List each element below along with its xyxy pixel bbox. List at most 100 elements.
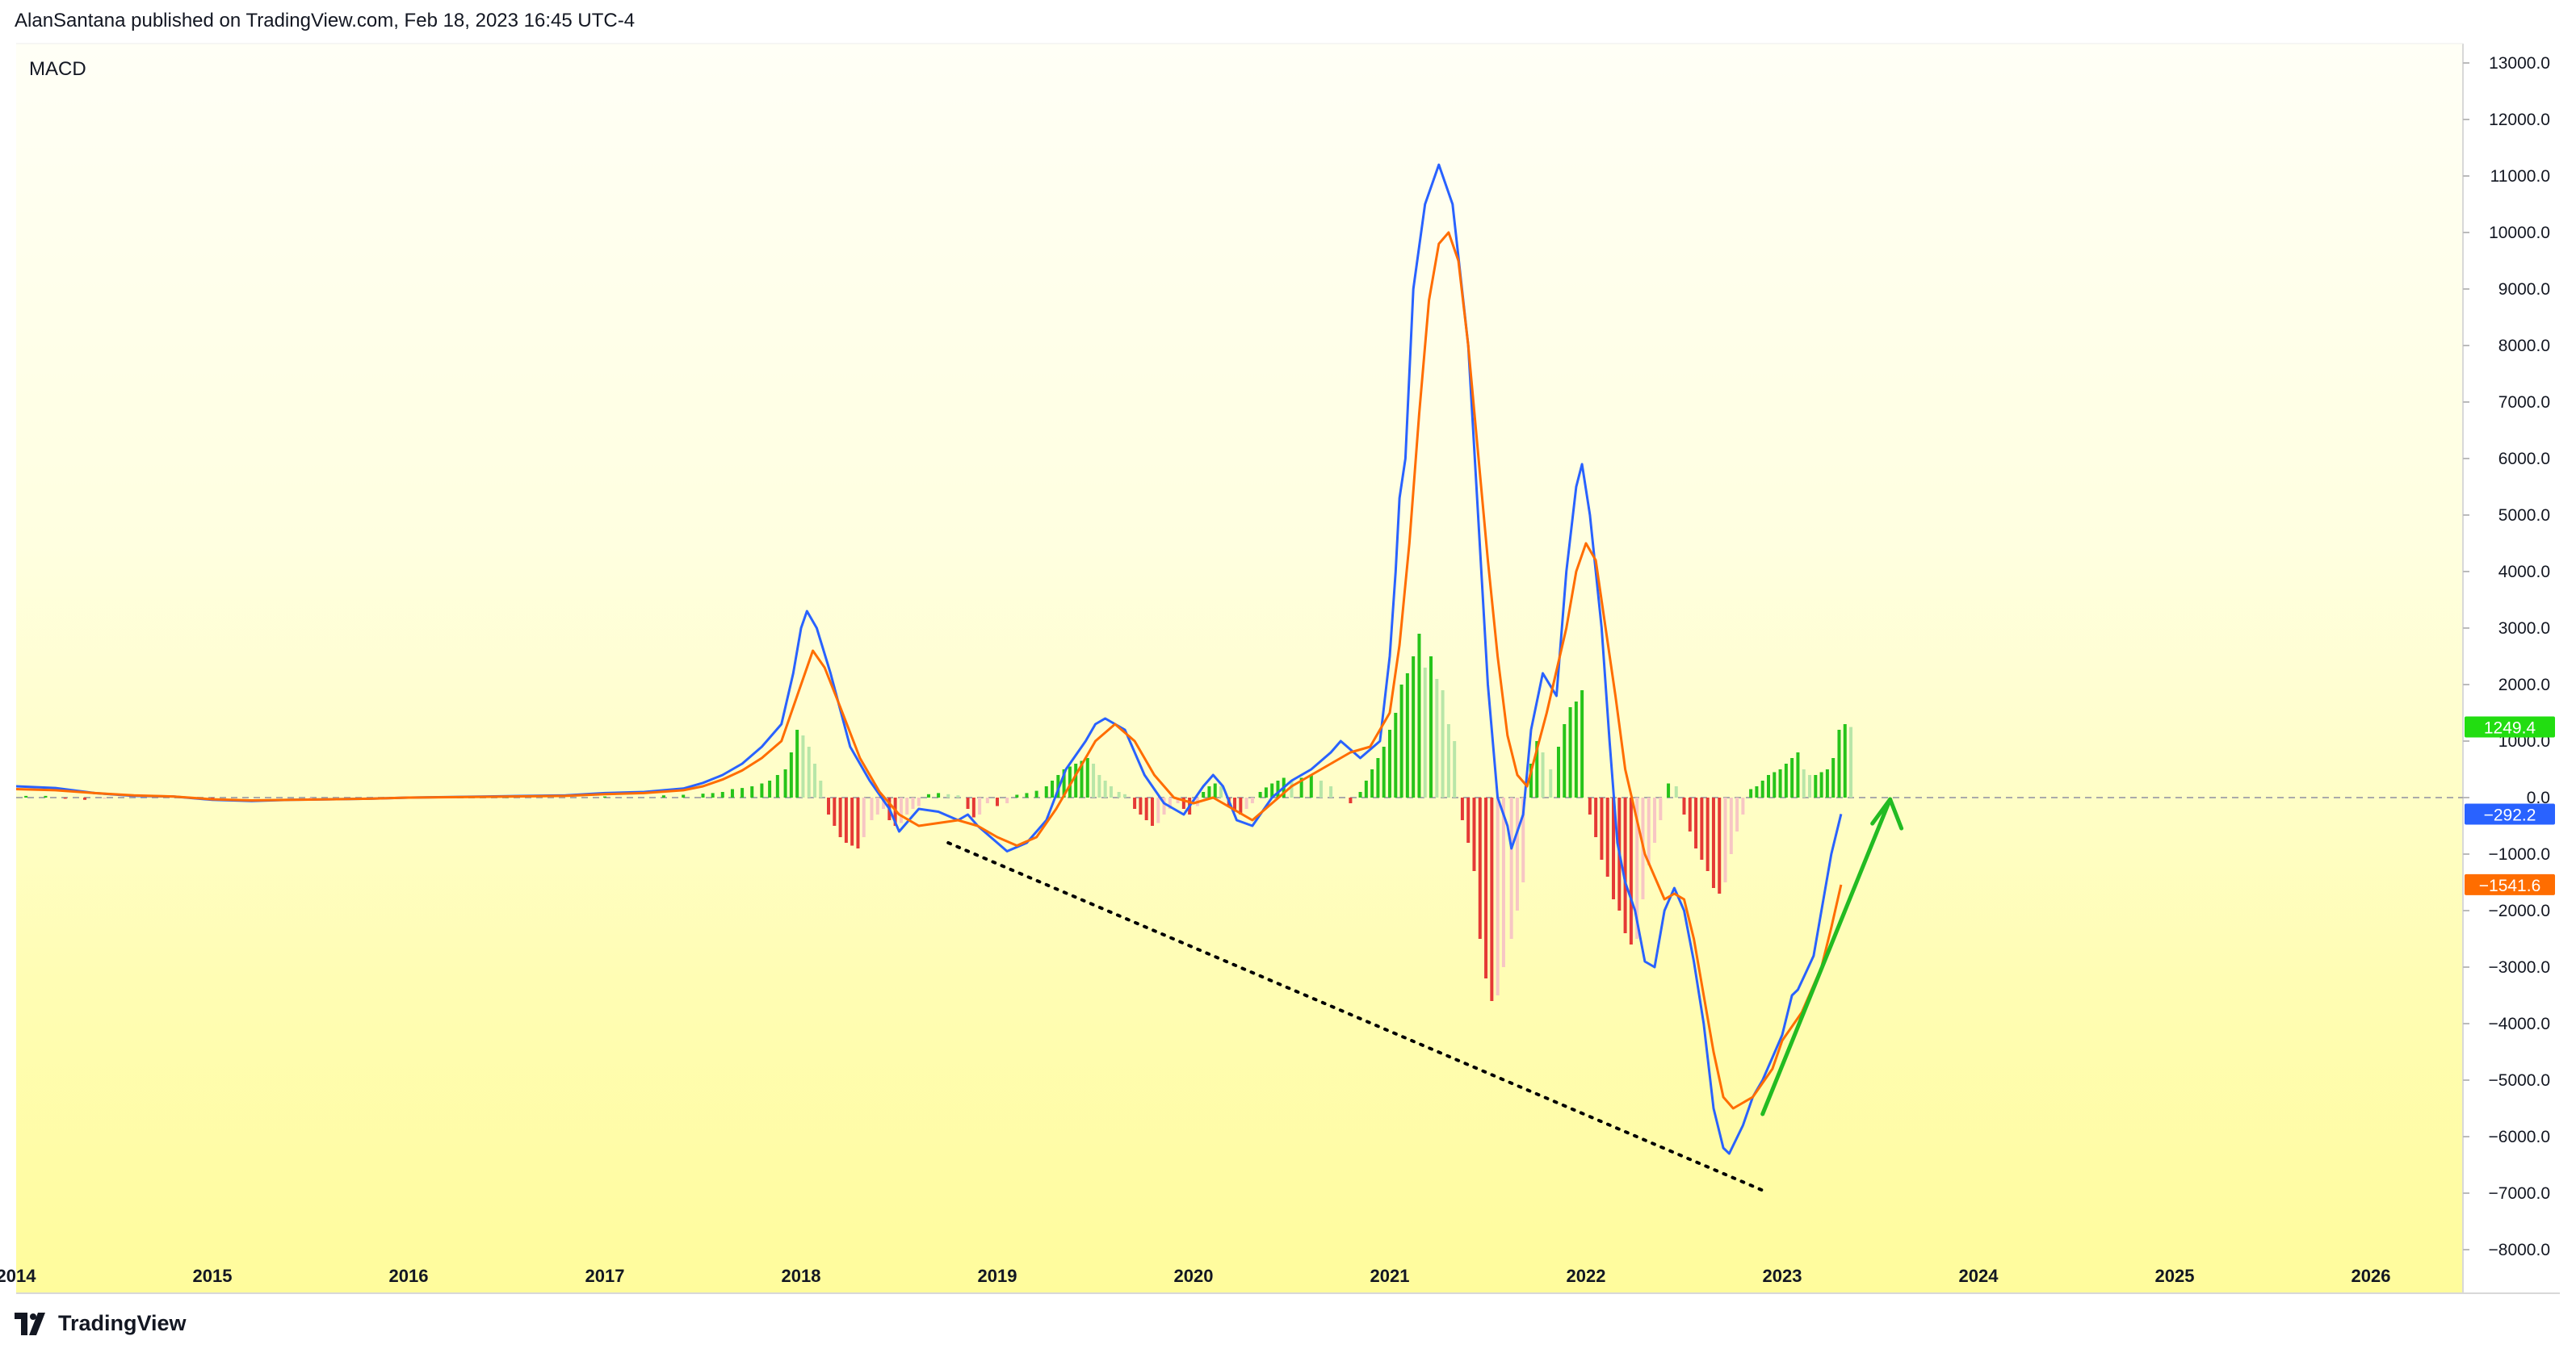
histogram-bar — [1490, 798, 1494, 1001]
histogram-bar — [1647, 798, 1651, 865]
histogram-bar — [1435, 679, 1439, 798]
histogram-bar — [1588, 798, 1592, 815]
histogram-bar — [813, 764, 817, 798]
y-axis[interactable]: 13000.0 12000.0 11000.0 10000.0 9000.0 8000.0… — [2463, 54, 2550, 1259]
histogram-bar — [1694, 798, 1698, 848]
x-tick-label: 2024 — [1959, 1266, 1999, 1286]
histogram-bar — [1600, 798, 1604, 860]
histogram-bar — [1667, 783, 1671, 798]
lines-layer — [15, 163, 1843, 1155]
histogram-bar — [1700, 798, 1704, 860]
histogram-bar — [1460, 798, 1464, 820]
x-tick-label: 2016 — [389, 1266, 429, 1286]
histogram-bar — [783, 769, 787, 798]
histogram-bar — [1568, 707, 1572, 798]
histogram-bar — [603, 796, 606, 798]
histogram-bar — [1509, 798, 1513, 939]
last-value-tag-label: 1249.4 — [2484, 719, 2536, 738]
x-tick-label: 2026 — [2352, 1266, 2391, 1286]
histogram-bar — [1741, 798, 1745, 815]
y-tick-label: 5000.0 — [2498, 506, 2550, 525]
histogram-bar — [1044, 786, 1048, 798]
histogram-bar — [1549, 769, 1553, 798]
histogram-bar — [1472, 798, 1476, 871]
histogram-bar — [819, 781, 823, 798]
histogram-bar — [875, 798, 879, 815]
histogram-bar — [1790, 758, 1794, 798]
x-tick-label: 2023 — [1763, 1266, 1802, 1286]
y-tick-label: 4000.0 — [2498, 563, 2550, 581]
histogram-bar — [1705, 798, 1710, 871]
histogram-bar — [1219, 786, 1223, 798]
histogram-bar — [1085, 758, 1089, 798]
histogram-bar — [905, 798, 909, 815]
histogram-bar — [1417, 634, 1421, 798]
histogram-bar — [83, 798, 87, 800]
histogram-bar — [1563, 724, 1567, 798]
histogram-bar — [1429, 656, 1433, 798]
macd-chart[interactable]: 13000.0 12000.0 11000.0 10000.0 9000.0 8000.0… — [0, 0, 2576, 1353]
histogram-bar — [1837, 730, 1841, 798]
histogram-bar — [1760, 781, 1764, 798]
histogram-bar — [1150, 798, 1154, 826]
histogram-bar — [1766, 775, 1770, 798]
histogram-bar — [1264, 787, 1268, 798]
histogram-bar — [795, 730, 799, 798]
histogram-bar — [1358, 792, 1362, 798]
histogram-bar — [1711, 798, 1715, 888]
brand-name: TradingView — [58, 1311, 187, 1335]
histogram-bar — [730, 789, 734, 798]
histogram-bar — [844, 798, 848, 843]
y-tick-label: 10000.0 — [2489, 224, 2550, 242]
x-tick-label: 2017 — [585, 1266, 625, 1286]
histogram-bar — [1831, 758, 1836, 798]
histogram-bar — [937, 793, 941, 798]
histogram-bar — [1466, 798, 1471, 843]
histogram-bar — [807, 747, 811, 798]
histogram-bar — [1382, 747, 1386, 798]
histogram-bar — [1244, 798, 1248, 809]
histogram-bar — [1718, 798, 1722, 894]
histogram-bar — [1202, 792, 1206, 798]
histogram-bar — [1594, 798, 1598, 837]
histogram-bar — [870, 798, 874, 820]
tradingview-brand[interactable]: TradingView — [15, 1311, 187, 1336]
x-tick-label: 2014 — [0, 1266, 36, 1286]
x-tick-label: 2022 — [1567, 1266, 1606, 1286]
histogram-bar — [1825, 769, 1829, 798]
histogram-bar — [768, 781, 772, 798]
histogram-bar — [1139, 798, 1143, 815]
histogram-bar — [1653, 798, 1657, 843]
histogram-bar — [1213, 783, 1217, 798]
histogram-bar — [1034, 790, 1038, 798]
histogram-bar — [1370, 769, 1374, 798]
histogram-layer — [24, 634, 1853, 1001]
histogram-bar — [827, 798, 831, 815]
histogram-bar — [1412, 656, 1416, 798]
histogram-bar — [911, 798, 915, 809]
histogram-bar — [856, 798, 860, 848]
histogram-bar — [720, 792, 724, 798]
x-axis[interactable]: 2014 2015 2016 2017 2018 2019 2020 2021 2022 2023… — [0, 1266, 2390, 1286]
histogram-bar — [1309, 775, 1313, 798]
histogram-bar — [978, 798, 982, 815]
y-tick-label: −3000.0 — [2489, 958, 2551, 977]
histogram-bar — [1405, 673, 1409, 798]
histogram-bar — [701, 794, 705, 798]
histogram-bar — [1778, 769, 1782, 798]
histogram-bar — [1133, 798, 1137, 809]
y-tick-label: 2000.0 — [2498, 676, 2550, 694]
histogram-bar — [1623, 798, 1627, 933]
up-arrow-shaft — [1760, 797, 1893, 1116]
histogram-bar — [1207, 786, 1211, 798]
histogram-bar — [1849, 727, 1853, 798]
histogram-bar — [971, 798, 975, 818]
y-tick-label: 12000.0 — [2489, 111, 2550, 129]
last-value-tag-label: −1541.6 — [2479, 877, 2541, 895]
histogram-bar — [1580, 690, 1584, 798]
histogram-bar — [1735, 798, 1739, 831]
histogram-bar — [1446, 724, 1450, 798]
y-tick-label: 11000.0 — [2490, 167, 2550, 186]
histogram-bar — [740, 788, 745, 798]
y-tick-label: 3000.0 — [2498, 619, 2550, 638]
